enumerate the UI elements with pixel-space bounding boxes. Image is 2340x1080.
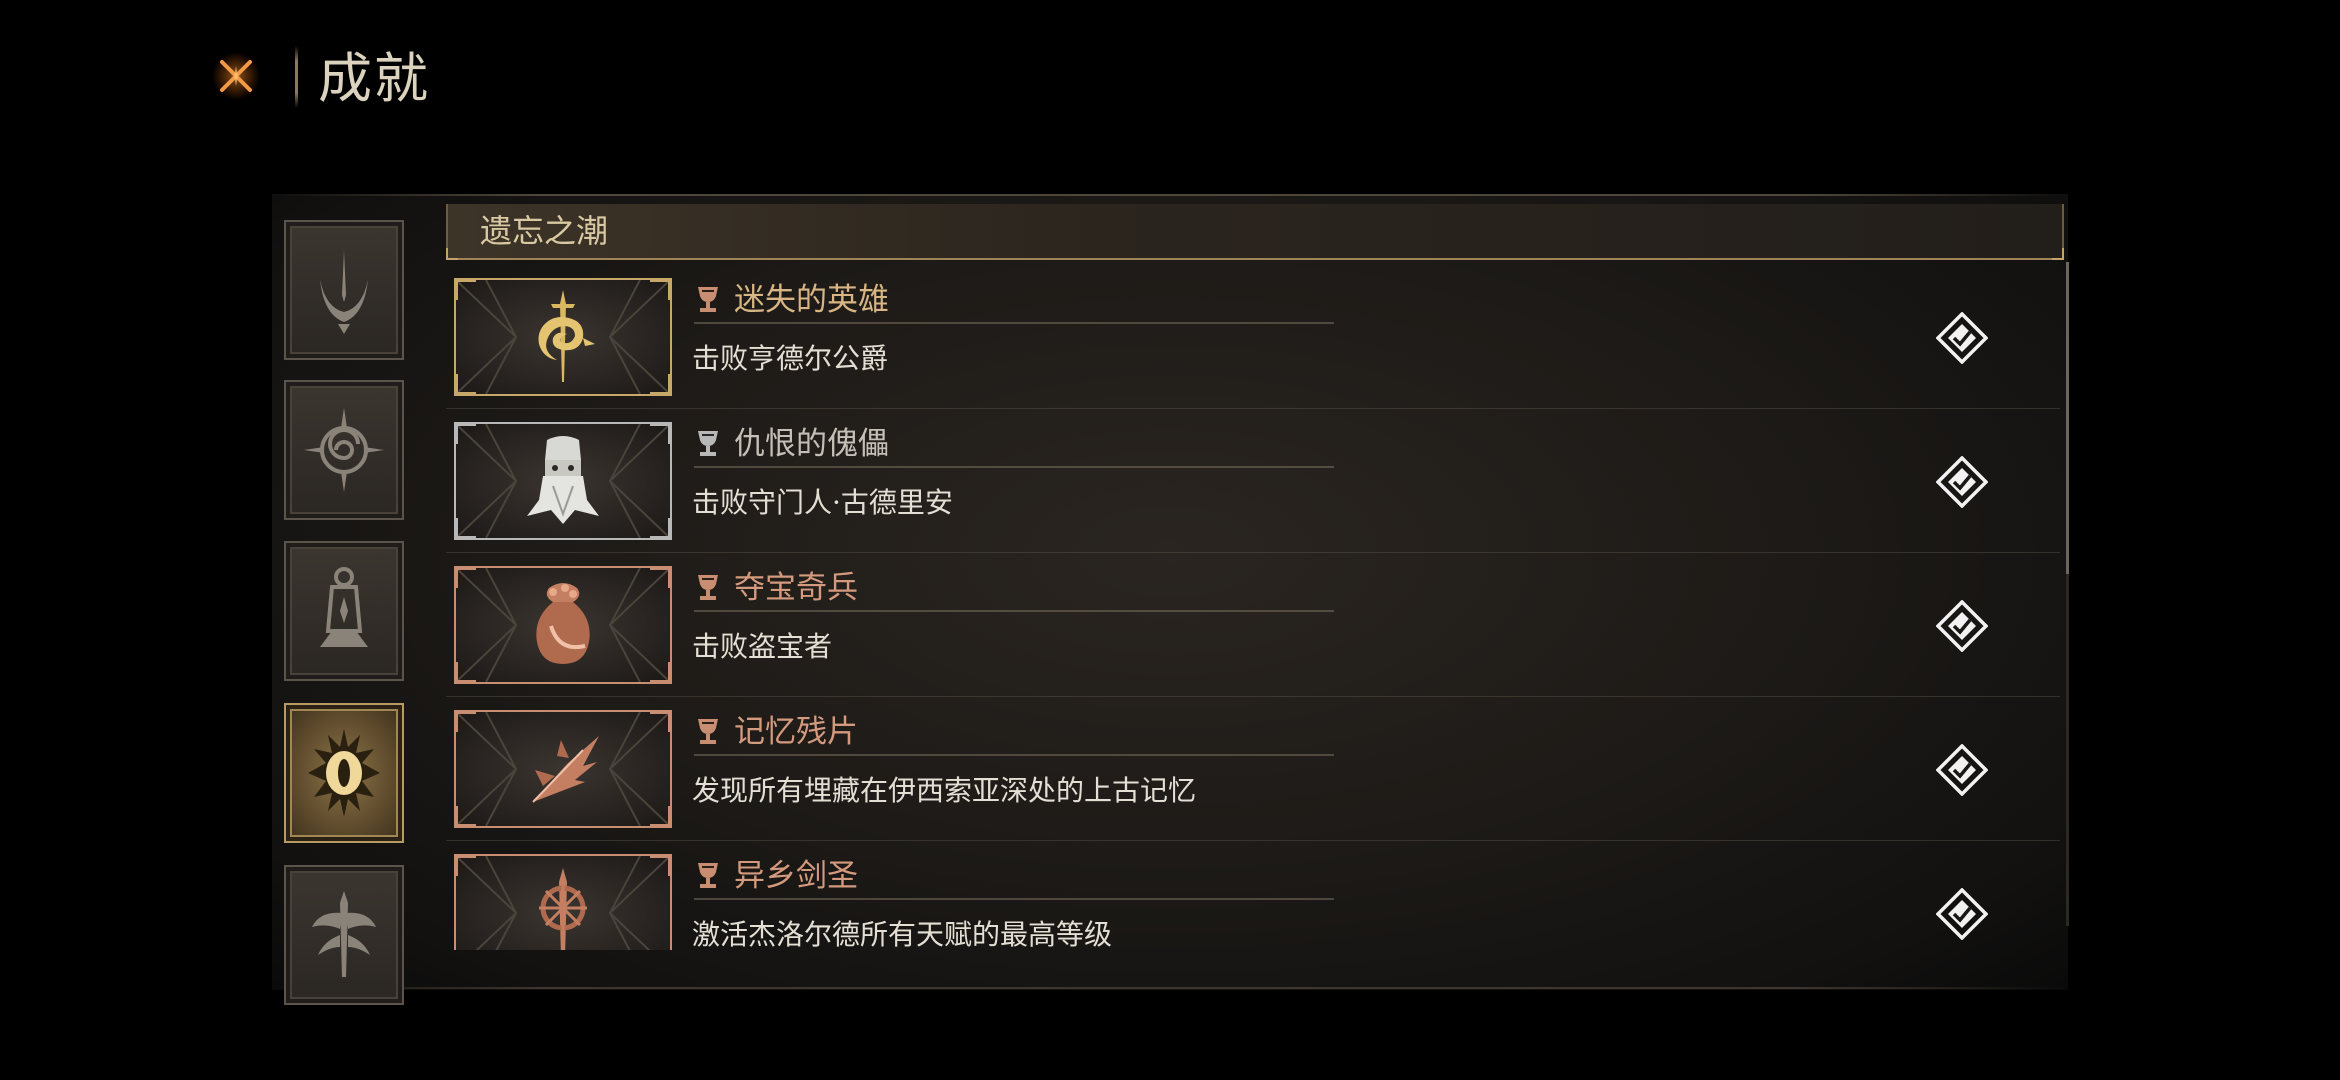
section-title: 遗忘之潮 bbox=[480, 212, 609, 250]
achievement-title-row: 记忆残片 bbox=[694, 710, 1334, 756]
bearded-golem-emblem-icon bbox=[527, 436, 599, 524]
winged-sword-icon bbox=[312, 891, 376, 977]
completed-status-icon bbox=[1936, 312, 1988, 364]
achievement-title: 迷失的英雄 bbox=[734, 282, 889, 318]
achievement-row[interactable]: 记忆残片 发现所有埋藏在伊西索亚深处的上古记忆 bbox=[446, 702, 2060, 841]
achievement-row[interactable]: 夺宝奇兵 击败盗宝者 bbox=[446, 558, 2060, 697]
achievement-title-row: 迷失的英雄 bbox=[694, 278, 1334, 324]
radiant-eye-icon bbox=[308, 729, 380, 817]
achievement-list[interactable]: 迷失的英雄 击败亨德尔公爵 仇恨的傀儡 击败守门人·古德里安 夺宝奇兵 击败盗宝… bbox=[446, 270, 2060, 950]
close-button[interactable] bbox=[206, 46, 266, 106]
page-title: 成就 bbox=[318, 47, 430, 110]
achievement-row[interactable]: 仇恨的傀儡 击败守门人·古德里安 bbox=[446, 414, 2060, 553]
achievement-row[interactable]: 异乡剑圣 激活杰洛尔德所有天赋的最高等级 bbox=[446, 846, 2060, 950]
category-tab-1[interactable] bbox=[284, 220, 404, 360]
achievement-title: 异乡剑圣 bbox=[734, 858, 858, 894]
achievement-description: 击败亨德尔公爵 bbox=[692, 342, 889, 375]
completed-status-icon bbox=[1936, 600, 1988, 652]
achievement-title-row: 夺宝奇兵 bbox=[694, 566, 1334, 612]
achievement-icon-frame bbox=[454, 566, 672, 684]
achievement-description: 激活杰洛尔德所有天赋的最高等级 bbox=[692, 918, 1113, 950]
panel-top-border bbox=[272, 194, 2068, 196]
section-header: 遗忘之潮 bbox=[446, 204, 2064, 260]
lantern-shrine-icon bbox=[320, 567, 368, 647]
category-tab-2[interactable] bbox=[284, 380, 404, 520]
title-divider bbox=[295, 46, 298, 108]
dragon-sword-emblem-icon bbox=[538, 290, 595, 382]
treasure-sack-emblem-icon bbox=[536, 583, 590, 664]
panel-bottom-border bbox=[272, 987, 2068, 989]
achievement-title-row: 异乡剑圣 bbox=[694, 854, 1334, 900]
eclipse-sigil-icon bbox=[320, 250, 368, 334]
achievement-description: 发现所有埋藏在伊西索亚深处的上古记忆 bbox=[692, 774, 1197, 807]
trophy-cup-icon bbox=[698, 287, 718, 312]
achievement-title: 夺宝奇兵 bbox=[734, 570, 858, 606]
trophy-cup-icon bbox=[698, 863, 718, 888]
category-tab-3[interactable] bbox=[284, 541, 404, 681]
achievement-icon-frame bbox=[454, 278, 672, 396]
achievement-title-row: 仇恨的傀儡 bbox=[694, 422, 1334, 468]
trophy-cup-icon bbox=[698, 431, 718, 456]
achievement-title: 记忆残片 bbox=[734, 714, 858, 750]
achievement-description: 击败盗宝者 bbox=[692, 630, 833, 663]
achievement-row[interactable]: 迷失的英雄 击败亨德尔公爵 bbox=[446, 270, 2060, 409]
achievement-title: 仇恨的傀儡 bbox=[734, 426, 889, 462]
scrollbar-thumb[interactable] bbox=[2066, 262, 2069, 574]
spiked-sword-emblem-icon bbox=[539, 868, 587, 950]
completed-status-icon bbox=[1936, 744, 1988, 796]
completed-status-icon bbox=[1936, 888, 1988, 940]
trophy-cup-icon bbox=[698, 719, 718, 744]
achievement-icon-frame bbox=[454, 854, 672, 950]
trophy-cup-icon bbox=[698, 575, 718, 600]
close-icon bbox=[212, 52, 260, 100]
spiral-compass-icon bbox=[304, 408, 384, 492]
achievement-description: 击败守门人·古德里安 bbox=[692, 486, 953, 519]
category-tab-5[interactable] bbox=[284, 865, 404, 1005]
completed-status-icon bbox=[1936, 456, 1988, 508]
shattered-leaf-emblem-icon bbox=[532, 736, 599, 803]
achievement-icon-frame bbox=[454, 710, 672, 828]
category-tab-4[interactable] bbox=[284, 703, 404, 843]
achievement-icon-frame bbox=[454, 422, 672, 540]
